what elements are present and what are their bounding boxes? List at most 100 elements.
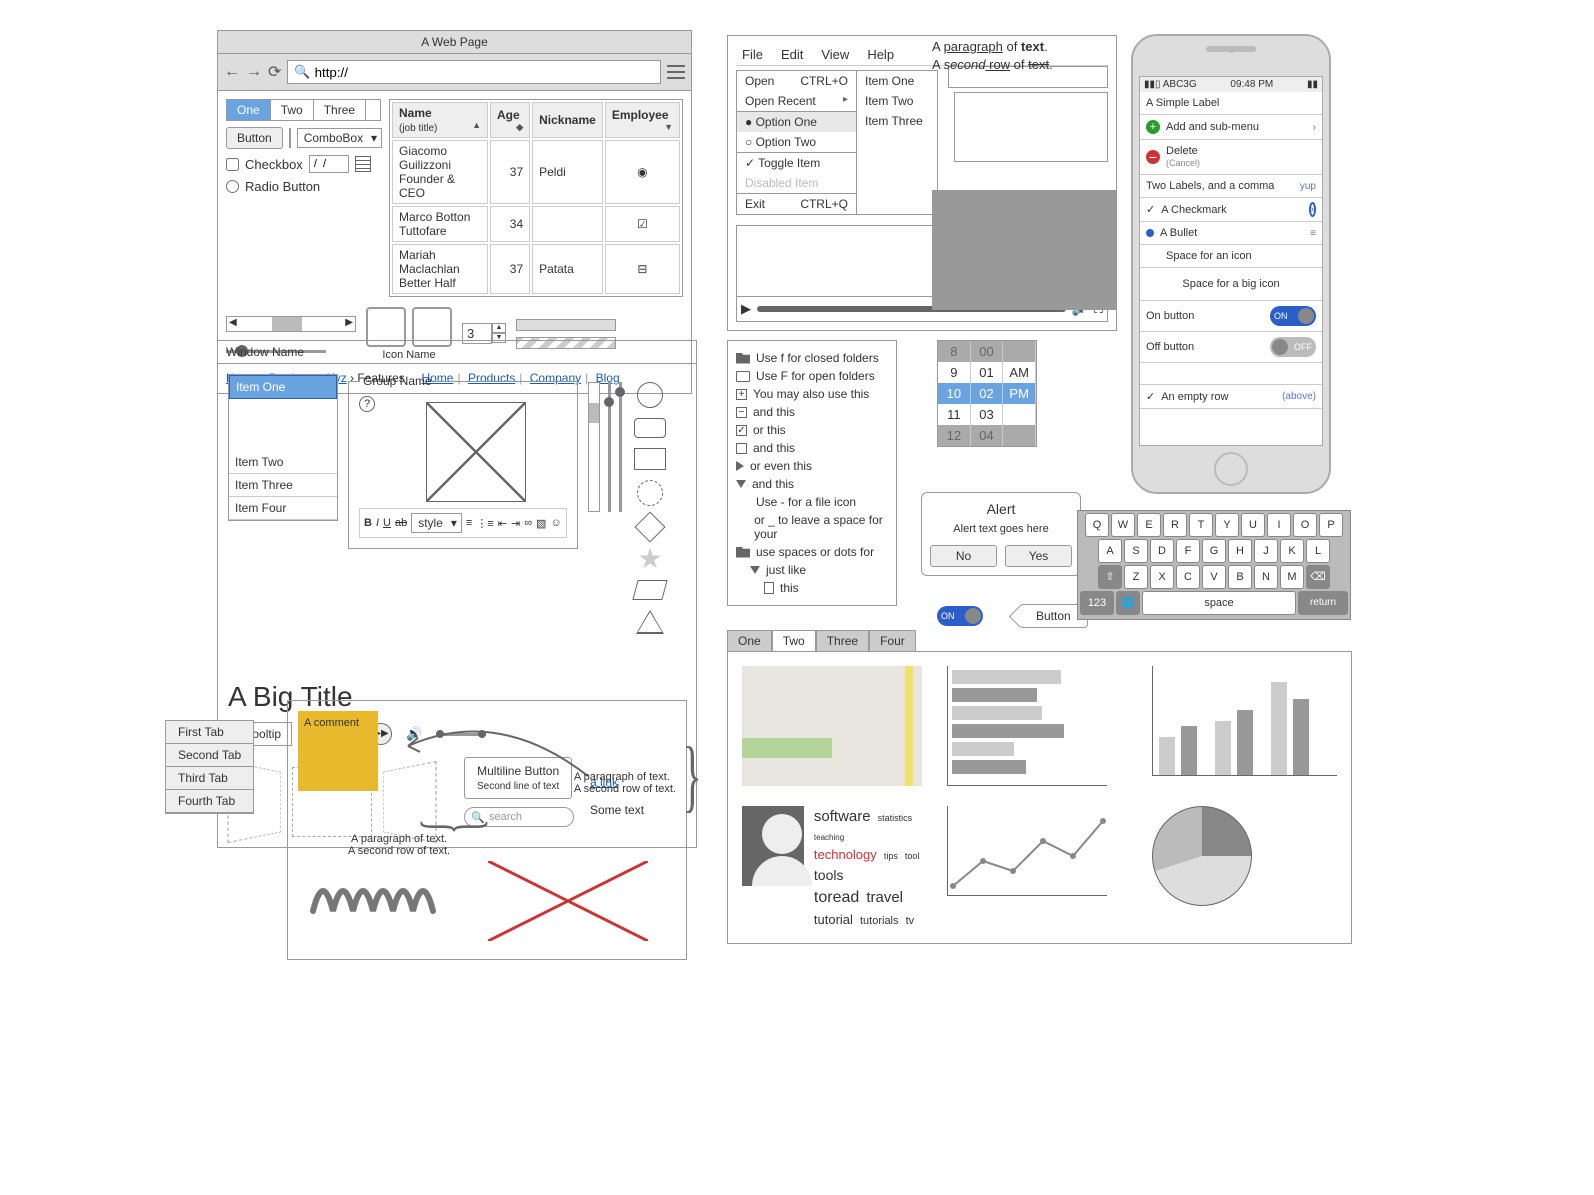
key[interactable]: S: [1124, 539, 1148, 563]
tag[interactable]: software: [814, 808, 871, 825]
backspace-key[interactable]: ⌫: [1306, 565, 1330, 589]
indent-icon[interactable]: ⇥: [511, 517, 520, 530]
numbered-icon[interactable]: ⋮≡: [476, 517, 493, 530]
side-tab[interactable]: Fourth Tab: [166, 790, 253, 813]
home-button[interactable]: [1214, 452, 1248, 486]
key[interactable]: K: [1280, 539, 1304, 563]
emoji-icon[interactable]: ☺: [550, 517, 561, 529]
list-item[interactable]: ✓An empty row(above): [1140, 385, 1322, 409]
bold-button[interactable]: B: [364, 517, 372, 529]
tree-item[interactable]: −and this: [736, 403, 888, 421]
yes-button[interactable]: Yes: [1005, 545, 1072, 567]
tree-item[interactable]: and this: [736, 439, 888, 457]
forward-icon[interactable]: →: [246, 63, 262, 81]
tag[interactable]: teaching: [814, 833, 844, 842]
key[interactable]: B: [1228, 565, 1252, 589]
key[interactable]: Z: [1124, 565, 1148, 589]
tree-item[interactable]: use spaces or dots for: [736, 543, 888, 561]
shift-key[interactable]: ⇧: [1098, 565, 1122, 589]
menu-file[interactable]: File: [742, 47, 763, 62]
list-item[interactable]: −Delete(Cancel): [1140, 140, 1322, 175]
menu-item[interactable]: ✓ Toggle Item: [737, 152, 856, 173]
v-scrollbar[interactable]: [588, 382, 600, 512]
list-item[interactable]: Space for an icon: [1140, 245, 1322, 268]
key[interactable]: L: [1306, 539, 1330, 563]
tree-item[interactable]: Use f for closed folders: [736, 349, 888, 367]
table-row[interactable]: Giacomo GuilizzoniFounder & CEO37Peldi◉: [392, 140, 680, 204]
key[interactable]: N: [1254, 565, 1278, 589]
disclosure-down-icon[interactable]: [736, 480, 746, 488]
col-name[interactable]: Name(job title)▲: [392, 102, 488, 138]
menu-help[interactable]: Help: [867, 47, 894, 62]
key[interactable]: P: [1319, 513, 1343, 537]
tree-item[interactable]: ✓or this: [736, 421, 888, 439]
disclosure-down-icon[interactable]: [750, 566, 760, 574]
key[interactable]: J: [1254, 539, 1278, 563]
key[interactable]: Q: [1085, 513, 1109, 537]
spin-up-icon[interactable]: ▲: [492, 323, 506, 333]
key[interactable]: F: [1176, 539, 1200, 563]
expand-icon[interactable]: +: [736, 389, 747, 400]
tag[interactable]: tips: [884, 851, 898, 861]
key[interactable]: C: [1176, 565, 1200, 589]
side-tab[interactable]: First Tab: [166, 721, 253, 744]
address-bar[interactable]: 🔍: [287, 60, 661, 84]
return-key[interactable]: return: [1298, 591, 1348, 615]
menu-item[interactable]: ○ Option Two: [737, 132, 856, 152]
col-emp[interactable]: Employee▼: [605, 102, 680, 138]
key[interactable]: U: [1241, 513, 1265, 537]
underline-button[interactable]: U: [383, 517, 391, 529]
sticky-note[interactable]: A comment: [298, 711, 378, 791]
col-nick[interactable]: Nickname: [532, 102, 603, 138]
tag[interactable]: technology: [814, 847, 877, 862]
back-icon[interactable]: ←: [224, 63, 240, 81]
switch-on[interactable]: ON: [1270, 306, 1316, 326]
menu-item[interactable]: OpenCTRL+O: [737, 71, 856, 91]
key[interactable]: D: [1150, 539, 1174, 563]
checkbox[interactable]: [226, 158, 239, 171]
tree-item[interactable]: or _ to leave a space for your: [736, 511, 888, 543]
menu-icon[interactable]: [667, 65, 685, 79]
list-item[interactable]: Space for a big icon: [1140, 268, 1322, 301]
tab-one[interactable]: One: [227, 100, 271, 120]
table-row[interactable]: Mariah MaclachlanBetter Half37Patata⊟: [392, 244, 680, 294]
outdent-icon[interactable]: ⇤: [498, 517, 507, 530]
submenu-item[interactable]: Item Three: [857, 111, 937, 131]
side-tab[interactable]: Third Tab: [166, 767, 253, 790]
url-input[interactable]: [315, 65, 654, 80]
list-item[interactable]: Item Three: [229, 474, 337, 497]
h-scrollbar[interactable]: [226, 316, 356, 332]
combobox[interactable]: ComboBox: [297, 128, 382, 148]
disclosure-right-icon[interactable]: [736, 461, 744, 471]
tree-item[interactable]: just like: [736, 561, 888, 579]
list-item[interactable]: A Simple Label: [1140, 92, 1322, 115]
reload-icon[interactable]: ⟳: [268, 62, 281, 82]
key[interactable]: I: [1267, 513, 1291, 537]
key[interactable]: O: [1293, 513, 1317, 537]
tree-item[interactable]: Use F for open folders: [736, 367, 888, 385]
menu-item[interactable]: Open Recent▸: [737, 91, 856, 111]
date-input[interactable]: [309, 155, 349, 173]
tab-three[interactable]: Three: [816, 630, 869, 651]
numbers-key[interactable]: 123: [1080, 591, 1114, 615]
key[interactable]: R: [1163, 513, 1187, 537]
bullets-icon[interactable]: ≡: [466, 517, 472, 529]
menu-edit[interactable]: Edit: [781, 47, 803, 62]
globe-key[interactable]: 🌐: [1116, 591, 1140, 615]
map-placeholder[interactable]: [742, 666, 922, 786]
v-slider[interactable]: [619, 382, 622, 512]
tag[interactable]: tools: [814, 867, 844, 883]
tag[interactable]: travel: [866, 889, 903, 906]
key[interactable]: V: [1202, 565, 1226, 589]
table-row[interactable]: Marco BottonTuttofare34☑: [392, 206, 680, 242]
key[interactable]: X: [1150, 565, 1174, 589]
list-item[interactable]: A Bullet≡: [1140, 222, 1322, 245]
key[interactable]: W: [1111, 513, 1135, 537]
switch-on[interactable]: ON: [937, 606, 983, 626]
key[interactable]: A: [1098, 539, 1122, 563]
menu-view[interactable]: View: [821, 47, 849, 62]
tree-item[interactable]: or even this: [736, 457, 888, 475]
checkbox-icon[interactable]: ✓: [736, 425, 747, 436]
tree-item[interactable]: Use - for a file icon: [736, 493, 888, 511]
italic-button[interactable]: I: [376, 517, 379, 529]
